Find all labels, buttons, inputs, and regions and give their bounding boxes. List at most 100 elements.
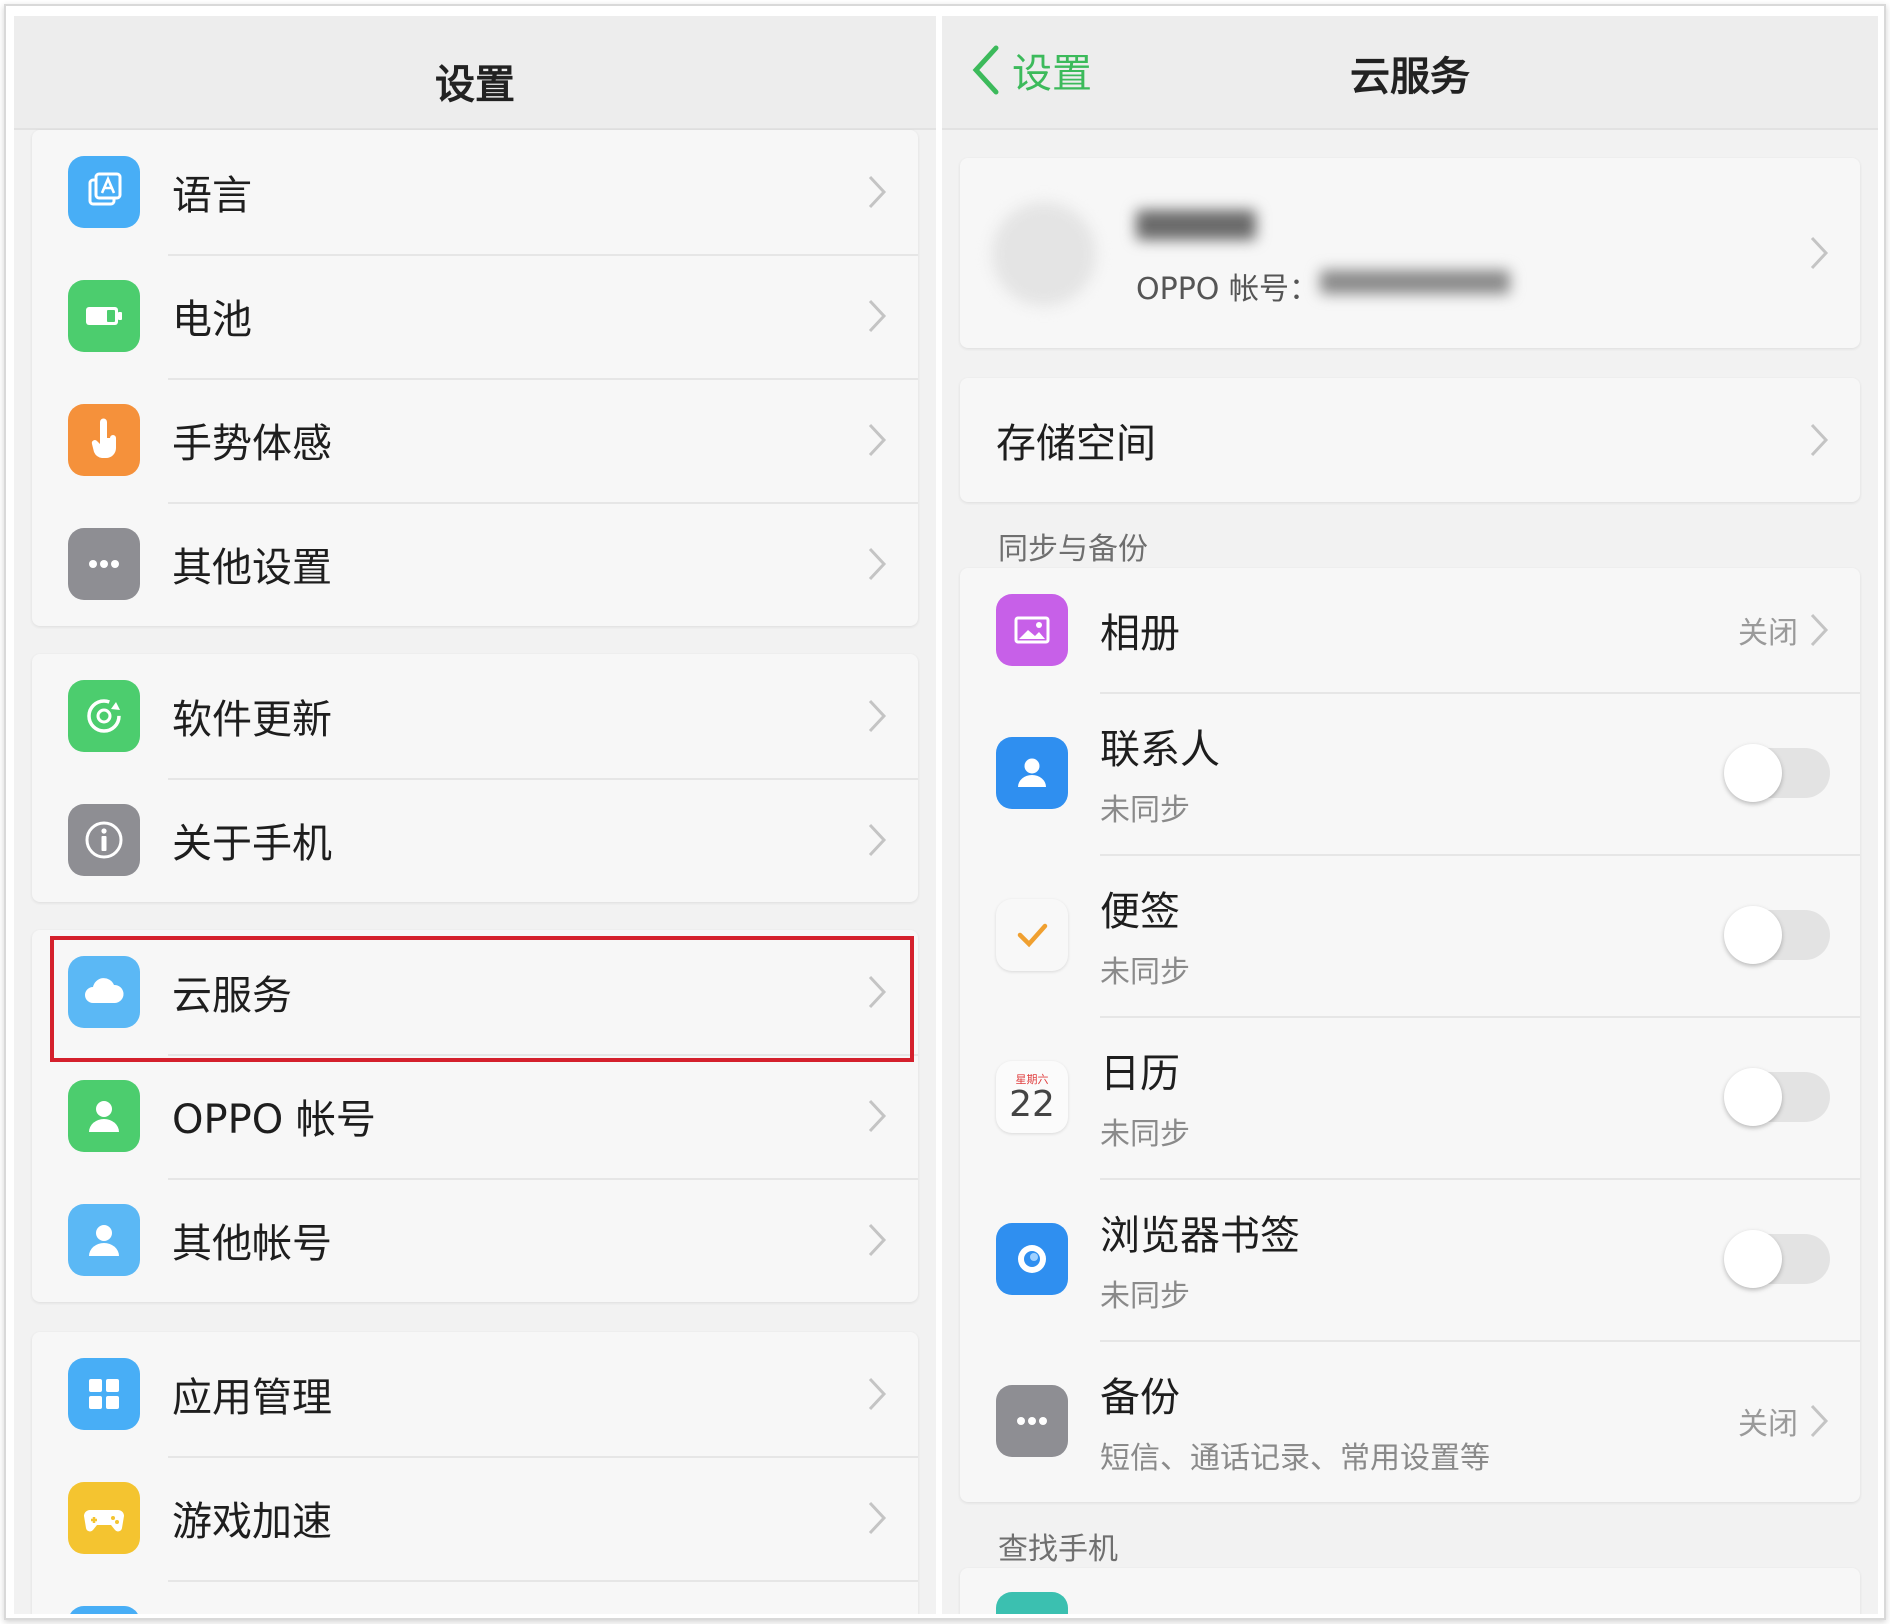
battery-icon [68, 280, 140, 352]
browser-icon [996, 1223, 1068, 1295]
settings-item-label: 游戏加速 [172, 1499, 332, 1545]
chevron-right-icon [868, 975, 887, 1009]
info-icon [68, 804, 140, 876]
nav-bar: 设置 云服务 [942, 16, 1878, 130]
chevron-right-icon [868, 1099, 887, 1133]
sync-list: 相册 关闭 联系人 未同步 便签 未同步 星期六 22 日历 未同步 浏览器书签… [960, 568, 1860, 1502]
sync-item-texts: 备份 短信、通话记录、常用设置等 [1100, 1365, 1738, 1477]
settings-item-oppo-account[interactable]: OPPO 帐号 [32, 1054, 918, 1178]
sync-item-backup[interactable]: 备份 短信、通话记录、常用设置等 关闭 [960, 1340, 1860, 1502]
sync-item-title: 浏览器书签 [1100, 1213, 1300, 1259]
screenshot-frame: 设置 语言 电池 手势体感 其他设置 软件更新 关于手机 云服务 OPPO 帐号… [4, 4, 1886, 1620]
sync-item-photos[interactable]: 相册 关闭 [960, 568, 1860, 692]
page-title: 设置 [435, 62, 515, 108]
sync-item-subtitle: 短信、通话记录、常用设置等 [1100, 1441, 1490, 1476]
toggle-knob [1724, 744, 1782, 802]
sync-item-calendar: 星期六 22 日历 未同步 [960, 1016, 1860, 1178]
settings-item-about-phone[interactable]: 关于手机 [32, 778, 918, 902]
settings-group-accounts: 云服务 OPPO 帐号 其他帐号 [32, 930, 918, 1302]
contacts-sync-toggle[interactable] [1724, 744, 1830, 802]
sync-item-title: 相册 [1100, 611, 1180, 657]
settings-item-label: OPPO 帐号 [172, 1097, 376, 1143]
chevron-right-icon [868, 1501, 887, 1535]
settings-group-system: 语言 电池 手势体感 其他设置 [32, 130, 918, 626]
sync-item-texts: 便签 未同步 [1100, 879, 1726, 991]
chevron-right-icon [868, 423, 887, 457]
sync-item-title: 备份 [1100, 1375, 1180, 1421]
chevron-right-icon [868, 175, 887, 209]
toggle-knob [1724, 906, 1782, 964]
storage-card[interactable]: 存储空间 [960, 378, 1860, 502]
calendar-day: 22 [1009, 1084, 1055, 1125]
settings-item-label: 云服务 [172, 973, 292, 1019]
sync-item-texts: 日历 未同步 [1100, 1041, 1726, 1153]
account-id-label: OPPO 帐号： [1136, 272, 1319, 307]
account-card[interactable]: OPPO 帐号： [960, 158, 1860, 348]
chevron-right-icon [868, 699, 887, 733]
sync-item-subtitle: 未同步 [1100, 793, 1190, 828]
bookmarks-sync-toggle[interactable] [1724, 1230, 1830, 1288]
cloud-service-panel: 设置 云服务 OPPO 帐号： 存储空间 同步与备份 相册 关闭 联系人 未同步… [942, 16, 1878, 1614]
more-icon [68, 528, 140, 600]
section-header-find-phone: 查找手机 [998, 1532, 1118, 1567]
notes-sync-toggle[interactable] [1724, 906, 1830, 964]
sync-item-title: 便签 [1100, 889, 1180, 935]
app-icon [68, 1606, 140, 1614]
chevron-right-icon [1810, 613, 1829, 647]
app-grid-icon [68, 1358, 140, 1430]
settings-item-language[interactable]: 语言 [32, 130, 918, 254]
section-header-sync: 同步与备份 [998, 532, 1148, 567]
nav-bar: 设置 [14, 16, 936, 130]
settings-item-app-management[interactable]: 应用管理 [32, 1332, 918, 1456]
settings-item-partial[interactable] [32, 1580, 918, 1614]
chevron-right-icon [868, 1223, 887, 1257]
contacts-user-icon [68, 1204, 140, 1276]
settings-item-label: 其他设置 [172, 545, 332, 591]
account-id-redacted [1320, 270, 1510, 294]
settings-item-cloud-service[interactable]: 云服务 [32, 930, 918, 1054]
account-name-redacted [1136, 210, 1256, 240]
sync-item-texts: 相册 [1100, 601, 1738, 659]
sync-item-title: 日历 [1100, 1051, 1180, 1097]
settings-item-label: 语言 [172, 173, 252, 219]
settings-panel: 设置 语言 电池 手势体感 其他设置 软件更新 关于手机 云服务 OPPO 帐号… [14, 16, 936, 1614]
update-icon [68, 680, 140, 752]
sync-item-texts: 浏览器书签 未同步 [1100, 1203, 1726, 1315]
chevron-right-icon [868, 823, 887, 857]
settings-item-other-settings[interactable]: 其他设置 [32, 502, 918, 626]
sync-item-title: 联系人 [1100, 727, 1220, 773]
chevron-right-icon [868, 1377, 887, 1411]
calendar-sync-toggle[interactable] [1724, 1068, 1830, 1126]
settings-item-software-update[interactable]: 软件更新 [32, 654, 918, 778]
settings-group-apps: 应用管理 游戏加速 [32, 1332, 918, 1614]
settings-item-other-accounts[interactable]: 其他帐号 [32, 1178, 918, 1302]
chevron-right-icon [868, 299, 887, 333]
toggle-knob [1724, 1230, 1782, 1288]
chevron-right-icon [868, 547, 887, 581]
settings-item-label: 其他帐号 [172, 1221, 332, 1267]
page-title: 云服务 [1350, 54, 1470, 100]
sync-item-contacts: 联系人 未同步 [960, 692, 1860, 854]
more-icon [996, 1385, 1068, 1457]
sync-item-notes: 便签 未同步 [960, 854, 1860, 1016]
gesture-icon [68, 404, 140, 476]
settings-group-device: 软件更新 关于手机 [32, 654, 918, 902]
settings-item-game-boost[interactable]: 游戏加速 [32, 1456, 918, 1580]
sync-item-subtitle: 未同步 [1100, 955, 1190, 990]
avatar [992, 202, 1096, 306]
sync-item-browser-bookmarks: 浏览器书签 未同步 [960, 1178, 1860, 1340]
sync-item-subtitle: 未同步 [1100, 1117, 1190, 1152]
storage-row[interactable]: 存储空间 [960, 378, 1860, 502]
photo-album-icon [996, 594, 1068, 666]
toggle-knob [1724, 1068, 1782, 1126]
notes-check-icon [996, 899, 1068, 971]
settings-item-gesture[interactable]: 手势体感 [32, 378, 918, 502]
settings-item-label: 手势体感 [172, 421, 332, 467]
settings-item-battery[interactable]: 电池 [32, 254, 918, 378]
contacts-icon [996, 737, 1068, 809]
chevron-right-icon [1810, 1404, 1829, 1438]
find-phone-card[interactable] [960, 1568, 1860, 1614]
gamepad-icon [68, 1482, 140, 1554]
settings-item-label: 关于手机 [172, 821, 332, 867]
sync-status: 关闭 [1738, 1407, 1798, 1442]
